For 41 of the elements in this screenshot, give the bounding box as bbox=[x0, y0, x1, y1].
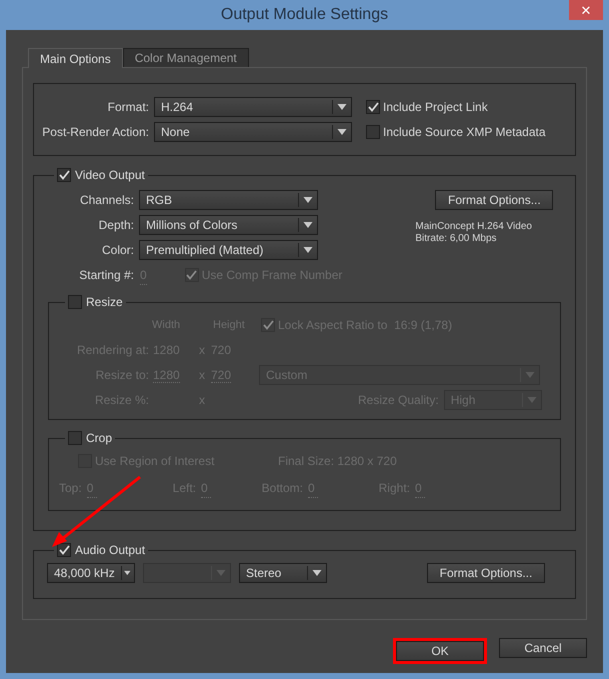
window-title: Output Module Settings bbox=[220, 5, 388, 25]
checkbox-label: Include Source XMP Metadata bbox=[383, 124, 546, 141]
field-label: Channels: bbox=[78, 192, 134, 209]
section-label: Resize bbox=[86, 294, 123, 311]
check-icon bbox=[368, 102, 378, 112]
codec-info: MainConcept H.264 Video bbox=[415, 221, 533, 233]
checkbox[interactable] bbox=[68, 295, 82, 309]
dialog-button[interactable]: OK bbox=[396, 641, 484, 661]
checkbox[interactable] bbox=[68, 431, 82, 445]
checkbox[interactable] bbox=[366, 125, 380, 139]
format-options-button[interactable]: Format Options... bbox=[435, 190, 554, 210]
dropdown[interactable]: RGB bbox=[139, 190, 318, 210]
field-label: Starting #: bbox=[78, 267, 134, 284]
checkbox[interactable] bbox=[57, 543, 71, 557]
dropdown[interactable]: Premultiplied (Matted) bbox=[139, 240, 318, 260]
section-label: Audio Output bbox=[75, 542, 146, 559]
dropdown[interactable]: 48,000 kHz bbox=[47, 563, 135, 583]
check-icon bbox=[186, 270, 198, 280]
checkbox[interactable] bbox=[261, 318, 275, 332]
dialog-button[interactable]: Cancel bbox=[499, 638, 587, 658]
checkbox[interactable] bbox=[57, 168, 71, 182]
check-icon bbox=[58, 545, 70, 555]
field-label: Color: bbox=[100, 242, 134, 259]
dropdown[interactable]: H.264 bbox=[154, 97, 352, 117]
check-icon bbox=[58, 170, 70, 180]
field-label: Post-Render Action: bbox=[41, 124, 149, 141]
field-label: Depth: bbox=[98, 217, 134, 234]
tab[interactable]: Main Options bbox=[28, 48, 123, 68]
format-options-button[interactable]: Format Options... bbox=[427, 563, 545, 583]
dropdown[interactable]: None bbox=[154, 122, 352, 142]
field-label: Format: bbox=[106, 99, 149, 116]
checkbox[interactable] bbox=[366, 100, 380, 114]
tab[interactable]: Color Management bbox=[122, 48, 249, 67]
codec-info: Bitrate: 6,00 Mbps bbox=[415, 233, 498, 245]
section-label: Video Output bbox=[75, 167, 145, 184]
dropdown[interactable]: Millions of Colors bbox=[139, 215, 318, 235]
check-icon bbox=[262, 320, 274, 330]
dropdown[interactable]: Stereo bbox=[239, 563, 327, 583]
checkbox-label: Include Project Link bbox=[383, 99, 488, 116]
section-label: Crop bbox=[86, 430, 112, 447]
close-button[interactable]: ✕ bbox=[569, 0, 603, 20]
